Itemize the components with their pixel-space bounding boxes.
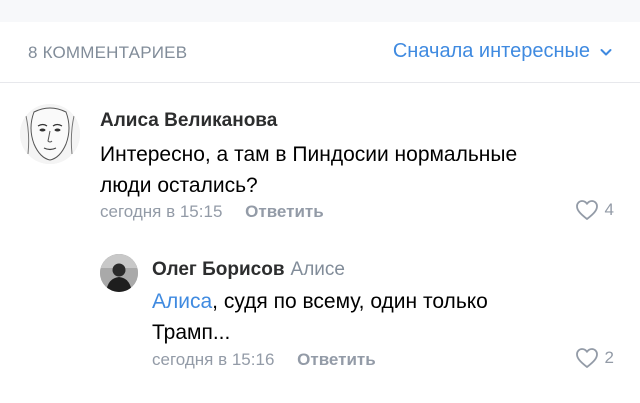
- comment-meta: сегодня в 15:16 Ответить: [152, 350, 376, 370]
- comment-timestamp: сегодня в 15:16: [152, 350, 275, 369]
- mention-link[interactable]: Алиса: [152, 290, 212, 313]
- reply-to-label[interactable]: Алисе: [291, 259, 345, 280]
- like-button[interactable]: 2: [575, 347, 614, 369]
- comment-author: Олег Борисов Алисе: [152, 259, 345, 281]
- comment-text-line: Алиса, судя по всему, один только: [152, 286, 488, 317]
- user-photo-icon: [100, 254, 138, 292]
- reply-button[interactable]: Ответить: [297, 350, 376, 369]
- comment-text-line: Трамп...: [152, 321, 231, 344]
- heart-icon: [575, 348, 598, 368]
- reply-item: Олег Борисов Алисе Алиса, судя по всему, …: [0, 0, 640, 403]
- comment-text: Алиса, судя по всему, один только Трамп.…: [152, 286, 488, 348]
- avatar[interactable]: [100, 254, 138, 292]
- comment-text-fragment: , судя по всему, один только: [212, 290, 488, 313]
- author-name[interactable]: Олег Борисов: [152, 259, 285, 280]
- like-count: 2: [604, 348, 614, 367]
